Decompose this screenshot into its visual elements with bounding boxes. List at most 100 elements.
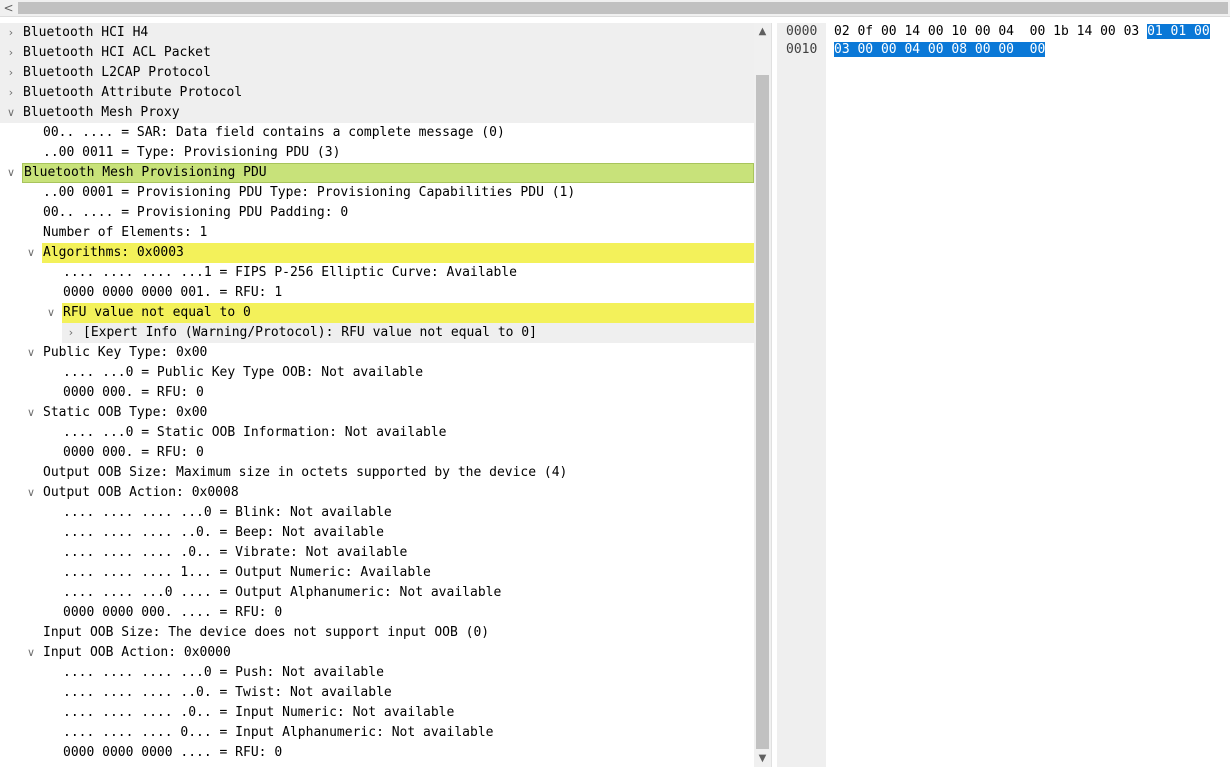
chevron-right-icon[interactable]: › — [64, 323, 78, 343]
chevron-down-icon[interactable]: ∨ — [24, 403, 38, 423]
tree-row[interactable]: › Bluetooth HCI H4 — [0, 23, 754, 43]
tree-row-label: ..00 0011 = Type: Provisioning PDU (3) — [43, 145, 341, 160]
tree-row-label: Bluetooth L2CAP Protocol — [23, 65, 211, 80]
tree-row[interactable]: Number of Elements: 1 — [0, 223, 754, 243]
tree-row[interactable]: .... .... .... .0.. = Input Numeric: Not… — [0, 703, 754, 723]
scroll-down-arrow-icon[interactable]: ▼ — [754, 750, 771, 767]
tree-row[interactable]: .... .... .... ...1 = FIPS P-256 Ellipti… — [0, 263, 754, 283]
tree-row-label: Algorithms: 0x0003 — [42, 243, 754, 263]
tree-row[interactable]: ∨ Output OOB Action: 0x0008 — [0, 483, 754, 503]
hex-offset: 0010 — [786, 42, 818, 57]
chevron-down-icon[interactable]: ∨ — [4, 103, 18, 123]
hex-row[interactable]: 0000 02 0f 00 14 00 10 00 04 00 1b 14 00 … — [777, 23, 1230, 41]
hex-bytes-selected: 03 00 00 04 00 08 00 00 00 — [834, 42, 1046, 57]
packet-bytes-pane: 0000 02 0f 00 14 00 10 00 04 00 1b 14 00 … — [777, 23, 1230, 767]
tree-row-label: 0000 0000 0000 .... = RFU: 0 — [63, 745, 283, 760]
tree-row-label: Bluetooth Mesh Provisioning PDU — [22, 163, 754, 183]
tree-row[interactable]: .... .... .... 1... = Output Numeric: Av… — [0, 563, 754, 583]
tree-row[interactable]: .... .... .... ..0. = Beep: Not availabl… — [0, 523, 754, 543]
tree-row-label: .... .... .... ...0 = Push: Not availabl… — [63, 665, 384, 680]
tree-row[interactable]: › Bluetooth HCI ACL Packet — [0, 43, 754, 63]
tree-row[interactable]: .... .... .... 0... = Input Alphanumeric… — [0, 723, 754, 743]
offset-gutter — [777, 23, 826, 767]
chevron-right-icon[interactable]: › — [4, 23, 18, 43]
tree-row[interactable]: ∨ Bluetooth Mesh Provisioning PDU — [0, 163, 754, 183]
tree-row-label: Public Key Type: 0x00 — [43, 345, 208, 360]
tree-row[interactable]: ∨ Static OOB Type: 0x00 — [0, 403, 754, 423]
scroll-up-arrow-icon[interactable]: ▲ — [754, 23, 771, 40]
tree-row-label: Input OOB Action: 0x0000 — [43, 645, 231, 660]
tree-row-label: [Expert Info (Warning/Protocol): RFU val… — [83, 325, 537, 340]
tree-row[interactable]: ∨ Input OOB Action: 0x0000 — [0, 643, 754, 663]
tree-row-label: Output OOB Size: Maximum size in octets … — [43, 465, 568, 480]
vertical-scroll-thumb[interactable] — [756, 75, 769, 749]
hex-bytes[interactable]: 03 00 00 04 00 08 00 00 00 — [834, 41, 1046, 59]
tree-row-label: .... .... .... 0... = Input Alphanumeric… — [63, 725, 494, 740]
scroll-left-arrow-icon[interactable]: < — [0, 0, 17, 16]
tree-row[interactable]: 0000 0000 0000 001. = RFU: 1 — [0, 283, 754, 303]
tree-row-label: 00.. .... = SAR: Data field contains a c… — [43, 125, 505, 140]
tree-row-label: Bluetooth HCI ACL Packet — [23, 45, 211, 60]
tree-row-label: Bluetooth Attribute Protocol — [23, 85, 243, 100]
hex-bytes-selected: 01 01 00 — [1147, 24, 1210, 39]
chevron-right-icon[interactable]: › — [4, 63, 18, 83]
tree-row-label: RFU value not equal to 0 — [62, 303, 754, 323]
chevron-down-icon[interactable]: ∨ — [44, 303, 58, 323]
tree-row[interactable]: 0000 0000 0000 .... = RFU: 0 — [0, 743, 754, 763]
tree-row-label: Bluetooth Mesh Proxy — [23, 105, 180, 120]
tree-row-label: .... .... .... .0.. = Input Numeric: Not… — [63, 705, 455, 720]
tree-row-label: Input OOB Size: The device does not supp… — [43, 625, 490, 640]
packet-details-tree: › Bluetooth HCI H4 › Bluetooth HCI ACL Pack… — [0, 23, 754, 767]
tree-row[interactable]: 0000 000. = RFU: 0 — [0, 383, 754, 403]
horizontal-scroll-thumb[interactable] — [18, 2, 1228, 14]
tree-row[interactable]: ∨ Bluetooth Mesh Proxy — [0, 103, 754, 123]
tree-row[interactable]: › Bluetooth Attribute Protocol — [0, 83, 754, 103]
tree-row[interactable]: .... ...0 = Static OOB Information: Not … — [0, 423, 754, 443]
tree-row[interactable]: 0000 0000 000. .... = RFU: 0 — [0, 603, 754, 623]
tree-row-label: 0000 0000 0000 001. = RFU: 1 — [63, 285, 283, 300]
tree-row-label: .... .... .... ...0 = Blink: Not availab… — [63, 505, 392, 520]
chevron-right-icon[interactable]: › — [4, 83, 18, 103]
tree-row[interactable]: ..00 0001 = Provisioning PDU Type: Provi… — [0, 183, 754, 203]
horizontal-scrollbar[interactable]: < — [0, 0, 1230, 17]
vertical-scrollbar[interactable]: ▲ ▼ — [754, 23, 771, 767]
tree-row[interactable]: .... .... ...0 .... = Output Alphanumeri… — [0, 583, 754, 603]
tree-row[interactable]: ..00 0011 = Type: Provisioning PDU (3) — [0, 143, 754, 163]
tree-row-label: .... .... .... .0.. = Vibrate: Not avail… — [63, 545, 408, 560]
tree-row[interactable]: .... .... .... ...0 = Blink: Not availab… — [0, 503, 754, 523]
chevron-down-icon[interactable]: ∨ — [24, 483, 38, 503]
tree-row[interactable]: ∨ Algorithms: 0x0003 — [0, 243, 754, 263]
tree-row[interactable]: ∨ RFU value not equal to 0 — [0, 303, 754, 323]
tree-row[interactable]: 00.. .... = Provisioning PDU Padding: 0 — [0, 203, 754, 223]
tree-row-label: 0000 0000 000. .... = RFU: 0 — [63, 605, 283, 620]
tree-row[interactable]: › [Expert Info (Warning/Protocol): RFU va… — [0, 323, 754, 343]
tree-row-label: .... .... .... ..0. = Beep: Not availabl… — [63, 525, 384, 540]
chevron-down-icon[interactable]: ∨ — [4, 163, 18, 183]
hex-row[interactable]: 0010 03 00 00 04 00 08 00 00 00 — [777, 41, 1230, 59]
tree-row[interactable]: .... ...0 = Public Key Type OOB: Not ava… — [0, 363, 754, 383]
tree-row[interactable]: .... .... .... ..0. = Twist: Not availab… — [0, 683, 754, 703]
tree-row[interactable]: 0000 000. = RFU: 0 — [0, 443, 754, 463]
tree-row[interactable]: .... .... .... .0.. = Vibrate: Not avail… — [0, 543, 754, 563]
chevron-down-icon[interactable]: ∨ — [24, 343, 38, 363]
chevron-down-icon[interactable]: ∨ — [24, 243, 38, 263]
tree-row-label: .... .... .... 1... = Output Numeric: Av… — [63, 565, 431, 580]
tree-row-label: .... .... .... ...1 = FIPS P-256 Ellipti… — [63, 265, 517, 280]
hex-offset: 0000 — [786, 24, 818, 39]
tree-row-label: .... ...0 = Public Key Type OOB: Not ava… — [63, 365, 424, 380]
hex-bytes[interactable]: 02 0f 00 14 00 10 00 04 00 1b 14 00 03 0… — [834, 23, 1210, 41]
tree-row[interactable]: 00.. .... = SAR: Data field contains a c… — [0, 123, 754, 143]
tree-row[interactable]: › Bluetooth L2CAP Protocol — [0, 63, 754, 83]
tree-row[interactable]: Input OOB Size: The device does not supp… — [0, 623, 754, 643]
tree-row-label: Number of Elements: 1 — [43, 225, 208, 240]
chevron-right-icon[interactable]: › — [4, 43, 18, 63]
tree-row[interactable]: ∨ Public Key Type: 0x00 — [0, 343, 754, 363]
tree-row[interactable]: Output OOB Size: Maximum size in octets … — [0, 463, 754, 483]
tree-row-label: .... .... ...0 .... = Output Alphanumeri… — [63, 585, 502, 600]
tree-row[interactable]: .... .... .... ...0 = Push: Not availabl… — [0, 663, 754, 683]
tree-row-label: 00.. .... = Provisioning PDU Padding: 0 — [43, 205, 349, 220]
tree-row-label: 0000 000. = RFU: 0 — [63, 385, 204, 400]
chevron-down-icon[interactable]: ∨ — [24, 643, 38, 663]
tree-row-label: Static OOB Type: 0x00 — [43, 405, 208, 420]
tree-row-label: 0000 000. = RFU: 0 — [63, 445, 204, 460]
